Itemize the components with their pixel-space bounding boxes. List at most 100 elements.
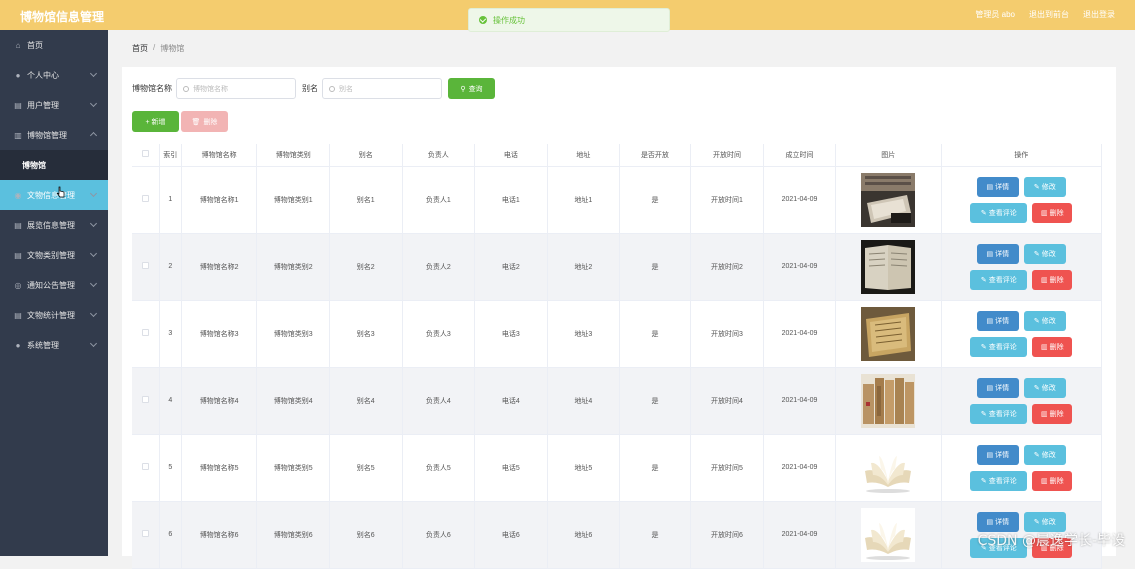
cell-phone: 电话5 (475, 434, 548, 501)
edit-button[interactable]: ✎修改 (1024, 311, 1066, 331)
add-button[interactable]: + 新增 (132, 111, 179, 132)
archive-icon: ▥ (13, 131, 23, 140)
view-comments-button[interactable]: ✎查看评论 (970, 404, 1027, 424)
edit-button[interactable]: ✎修改 (1024, 512, 1066, 532)
row-operations: ▤详情✎修改 ✎查看评论▥删除 (942, 177, 1101, 223)
sidebar-item-9[interactable]: ●系统管理 (0, 330, 108, 360)
detail-label: 详情 (995, 383, 1009, 393)
sidebar-item-7[interactable]: ◎通知公告管理 (0, 270, 108, 300)
cell-alias: 别名5 (329, 434, 402, 501)
detail-button[interactable]: ▤详情 (977, 445, 1019, 465)
app-title: 博物馆信息管理 (20, 8, 104, 25)
trash-icon: ▥ (1041, 276, 1048, 284)
row-checkbox-cell[interactable] (132, 300, 159, 367)
detail-button[interactable]: ▤详情 (977, 512, 1019, 532)
table-row: 6博物馆名称6博物馆类别6别名6负责人6电话6地址6是开放时间62021-04-… (132, 501, 1102, 568)
row-checkbox-cell[interactable] (132, 501, 159, 568)
delete-button[interactable]: ▥删除 (1032, 270, 1072, 290)
view-comments-button[interactable]: ✎查看评论 (970, 471, 1027, 491)
row-checkbox-cell[interactable] (132, 233, 159, 300)
cell-address: 地址5 (547, 434, 620, 501)
museum-thumbnail-image[interactable] (861, 441, 915, 495)
detail-button[interactable]: ▤详情 (977, 177, 1019, 197)
cell-image (835, 166, 941, 233)
row-checkbox[interactable] (142, 329, 149, 336)
row-checkbox-cell[interactable] (132, 434, 159, 501)
cell-founded: 2021-04-09 (764, 434, 836, 501)
name-search-label: 博物馆名称 (132, 83, 172, 94)
sidebar-item-0[interactable]: ⌂首页 (0, 30, 108, 60)
row-checkbox[interactable] (142, 396, 149, 403)
museum-thumbnail-image[interactable] (861, 374, 915, 428)
cell-alias: 别名1 (329, 166, 402, 233)
column-header-4: 别名 (329, 144, 402, 166)
view-comments-button[interactable]: ✎查看评论 (970, 337, 1027, 357)
sidebar-item-label: 个人中心 (27, 70, 59, 81)
cell-owner: 负责人4 (402, 367, 475, 434)
detail-icon: ▤ (987, 317, 994, 325)
cell-index: 5 (159, 434, 181, 501)
name-search-input[interactable]: 博物馆名称 (176, 78, 296, 99)
ops-line-2: ✎查看评论▥删除 (970, 203, 1072, 223)
sidebar-item-1[interactable]: ●个人中心 (0, 60, 108, 90)
delete-button[interactable]: ▥删除 (1032, 404, 1072, 424)
logout-link[interactable]: 退出登录 (1083, 9, 1115, 20)
row-checkbox-cell[interactable] (132, 166, 159, 233)
edit-icon: ✎ (981, 477, 987, 485)
trash-icon: ▥ (1041, 477, 1048, 485)
cell-open: 是 (620, 166, 691, 233)
edit-button[interactable]: ✎修改 (1024, 378, 1066, 398)
ops-line-1: ▤详情✎修改 (977, 445, 1066, 465)
row-checkbox[interactable] (142, 463, 149, 470)
museum-thumbnail-image[interactable] (861, 240, 915, 294)
query-button[interactable]: ⚲ 查询 (448, 78, 495, 99)
column-header-0[interactable] (132, 144, 159, 166)
cell-founded: 2021-04-09 (764, 367, 836, 434)
cell-index: 4 (159, 367, 181, 434)
edit-button[interactable]: ✎修改 (1024, 244, 1066, 264)
view-comments-label: 查看评论 (989, 409, 1017, 419)
toast-text: 操作成功 (493, 15, 525, 26)
alias-search-input[interactable]: 别名 (322, 78, 442, 99)
museum-table: 索引博物馆名称博物馆类别别名负责人电话地址是否开放开放时间成立时间图片操作 1博… (132, 144, 1102, 569)
admin-user-link[interactable]: 管理员 abo (975, 9, 1015, 20)
delete-button[interactable]: ▥删除 (1032, 337, 1072, 357)
row-checkbox[interactable] (142, 195, 149, 202)
sidebar-subitem-museum[interactable]: 博物馆 (0, 150, 108, 180)
sidebar-item-3[interactable]: ▥ 博物馆管理 (0, 120, 108, 150)
select-all-checkbox[interactable] (142, 150, 149, 157)
view-comments-button[interactable]: ✎查看评论 (970, 270, 1027, 290)
museum-thumbnail-image[interactable] (861, 173, 915, 227)
row-checkbox[interactable] (142, 530, 149, 537)
delete-label: 删除 (1050, 476, 1064, 486)
sidebar-item-label: 博物馆管理 (27, 130, 67, 141)
sidebar-item-6[interactable]: ▤文物类别管理 (0, 240, 108, 270)
museum-thumbnail-image[interactable] (861, 307, 915, 361)
sidebar-item-2[interactable]: ▤用户管理 (0, 90, 108, 120)
row-checkbox[interactable] (142, 262, 149, 269)
ops-line-1: ▤详情✎修改 (977, 512, 1066, 532)
cell-open: 是 (620, 300, 691, 367)
sidebar-item-8[interactable]: ▤文物统计管理 (0, 300, 108, 330)
cell-image (835, 434, 941, 501)
breadcrumb-home[interactable]: 首页 (132, 43, 148, 54)
ops-line-1: ▤详情✎修改 (977, 244, 1066, 264)
detail-button[interactable]: ▤详情 (977, 244, 1019, 264)
edit-button[interactable]: ✎修改 (1024, 177, 1066, 197)
row-checkbox-cell[interactable] (132, 367, 159, 434)
batch-delete-button[interactable]: 🗑 删除 (181, 111, 228, 132)
trash-icon: ▥ (1041, 343, 1048, 351)
edit-button[interactable]: ✎修改 (1024, 445, 1066, 465)
exit-to-frontend-link[interactable]: 退出到前台 (1029, 9, 1069, 20)
sidebar-item-5[interactable]: ▤展览信息管理 (0, 210, 108, 240)
detail-button[interactable]: ▤详情 (977, 378, 1019, 398)
museum-thumbnail-image[interactable] (861, 508, 915, 562)
sidebar-item-4[interactable]: ◉文物信息管理 (0, 180, 108, 210)
view-comments-button[interactable]: ✎查看评论 (970, 203, 1027, 223)
delete-button[interactable]: ▥删除 (1032, 203, 1072, 223)
detail-button[interactable]: ▤详情 (977, 311, 1019, 331)
delete-button[interactable]: ▥删除 (1032, 471, 1072, 491)
view-comments-label: 查看评论 (989, 342, 1017, 352)
alias-search-placeholder: 别名 (339, 84, 353, 94)
cell-owner: 负责人2 (402, 233, 475, 300)
